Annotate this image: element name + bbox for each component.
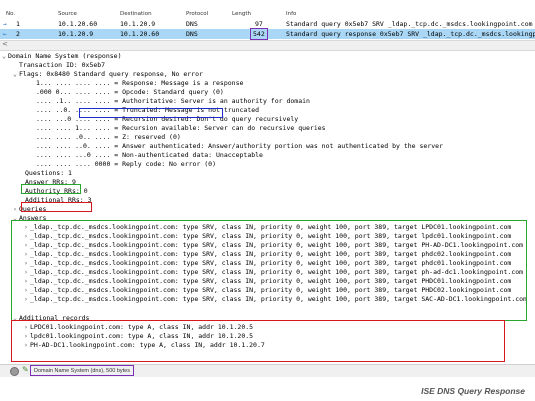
column-header-protocol[interactable]: Protocol [186, 11, 208, 17]
flag-line[interactable]: .... .... .... 0000 = Reply code: No err… [36, 160, 216, 168]
highlight-box-additional-rrs [21, 202, 92, 212]
request-arrow-icon: → [3, 20, 7, 28]
status-text: Domain Name System (dns), 500 bytes [30, 365, 134, 376]
tree-node-label: Domain Name System (response) [8, 52, 122, 60]
packet-list-header: No. Source Destination Protocol Length I… [0, 10, 535, 19]
column-header-no[interactable]: No. [6, 11, 15, 17]
horizontal-scrollbar[interactable]: < [0, 40, 535, 51]
flag-line[interactable]: .... .... .0.. .... = Z: reserved (0) [36, 133, 181, 141]
flag-line[interactable]: .000 0... .... .... = Opcode: Standard q… [36, 88, 224, 96]
column-header-source[interactable]: Source [58, 11, 77, 17]
packet-destination: 10.1.20.9 [120, 20, 156, 28]
packet-info: Standard query 0x5eb7 SRV _ldap._tcp.dc.… [286, 20, 533, 28]
wireshark-window: No. Source Destination Protocol Length I… [0, 0, 535, 377]
packet-detail-pane: ⌄ Domain Name System (response) Transacti… [0, 51, 535, 364]
packet-length: 97 [255, 20, 263, 28]
packet-protocol: DNS [186, 20, 198, 28]
packet-length-highlighted: 542 [250, 28, 268, 40]
highlight-box-answer-rrs [21, 184, 81, 194]
packet-info: Standard query response 0x5eb7 SRV _ldap… [286, 30, 535, 38]
packet-source: 10.1.20.60 [58, 20, 98, 28]
tree-node-dns[interactable]: ⌄ Domain Name System (response) [2, 52, 122, 60]
tree-leaf-questions[interactable]: Questions: 1 [25, 169, 72, 177]
packet-row[interactable]: → 1 10.1.20.60 10.1.20.9 DNS 97 Standard… [0, 19, 535, 29]
packet-number: 1 [16, 20, 20, 28]
tree-node-flags[interactable]: ⌄ Flags: 0x8480 Standard query response, … [13, 70, 203, 78]
flag-line[interactable]: .... .... ...0 .... = Non-authenticated … [36, 151, 263, 159]
tree-node-label: Flags: 0x8480 Standard query response, N… [19, 70, 203, 78]
highlight-box-additional-records [11, 320, 505, 362]
column-header-destination[interactable]: Destination [120, 11, 152, 17]
column-header-length[interactable]: Length [232, 11, 251, 17]
scroll-left-icon[interactable]: < [2, 40, 8, 48]
packet-row-selected[interactable]: ← 2 10.1.20.9 10.1.20.60 DNS 542 Standar… [0, 28, 535, 40]
highlight-box-truncated [79, 108, 223, 118]
response-arrow-icon: ← [3, 30, 7, 38]
highlight-box-answers [11, 220, 527, 321]
packet-number: 2 [16, 30, 20, 38]
tree-leaf-transaction-id[interactable]: Transaction ID: 0x5eb7 [19, 61, 105, 69]
packet-protocol: DNS [186, 30, 198, 38]
flag-line[interactable]: .... .... ..0. .... = Answer authenticat… [36, 142, 443, 150]
packet-source: 10.1.20.9 [58, 30, 94, 38]
status-bar: ✎ Domain Name System (dns), 500 bytes [0, 364, 535, 377]
flag-line[interactable]: 1... .... .... .... = Response: Message … [36, 79, 243, 87]
column-header-info[interactable]: Info [286, 11, 296, 17]
packet-destination: 10.1.20.60 [120, 30, 160, 38]
flag-line[interactable]: .... .... 1... .... = Recursion availabl… [36, 124, 326, 132]
capture-status-icon[interactable] [10, 367, 19, 376]
flag-line[interactable]: .... .1.. .... .... = Authoritative: Ser… [36, 97, 310, 105]
figure-caption: ISE DNS Query Response [421, 386, 525, 396]
edit-comment-icon[interactable]: ✎ [22, 365, 29, 374]
